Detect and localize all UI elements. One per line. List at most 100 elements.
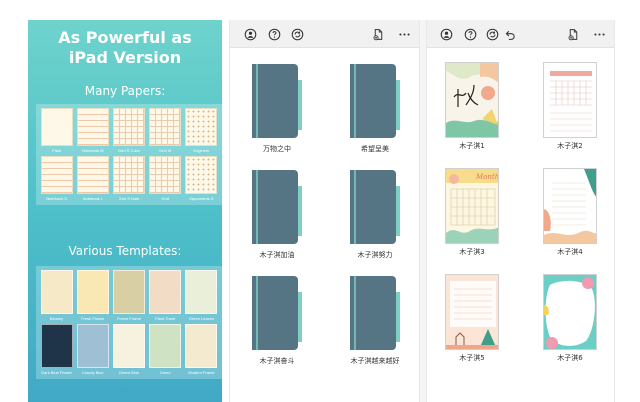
paper-sheet — [112, 156, 145, 194]
notes-panel: 木子淇1 木子淇2 Month 木子淇3 木子淇4 木子淇5 木子淇6 — [426, 20, 615, 402]
promo-panel: As Powerful as iPad Version Many Papers:… — [28, 20, 222, 402]
note-thumbnail[interactable] — [543, 168, 597, 244]
template-caption: Cloudy Blue — [82, 370, 104, 375]
new-note-icon[interactable] — [371, 27, 385, 41]
note-thumbnail[interactable] — [543, 274, 597, 350]
folder-item[interactable] — [250, 274, 306, 352]
paper-sheet — [40, 108, 73, 146]
note-label: 木子淇3 — [459, 248, 485, 256]
folder-label: 木子淇越来越好 — [350, 357, 400, 365]
paper-sheet — [76, 108, 109, 146]
note-thumbnail[interactable] — [445, 274, 499, 350]
template-caption: Modern Frame — [188, 370, 215, 375]
paper-sheet — [149, 108, 182, 146]
promo-title-line2: iPad Version — [68, 48, 182, 67]
more-icon[interactable] — [592, 27, 606, 41]
paper-caption: Grid M — [159, 148, 172, 153]
folder-item[interactable] — [348, 62, 404, 140]
paper-caption: Grid — [161, 196, 169, 201]
month-banner: Month — [475, 173, 499, 181]
template-thumbnail: Green — [149, 324, 182, 375]
paper-caption: Grid S Color — [117, 148, 140, 153]
papers-heading: Many Papers: — [84, 84, 166, 98]
help-icon[interactable] — [267, 27, 281, 41]
folder-label: 希望呈美 — [361, 145, 389, 153]
template-thumbnail: Bloomy — [40, 270, 73, 321]
template-caption: Green Leaves — [188, 316, 214, 321]
sync-icon[interactable] — [485, 27, 499, 41]
note-label: 木子淇6 — [557, 354, 583, 362]
folder-icon — [252, 170, 302, 244]
template-sheet — [112, 270, 145, 314]
note-cover-art — [544, 277, 595, 349]
template-sheet — [149, 324, 182, 368]
note-thumbnail[interactable]: Month — [445, 168, 499, 244]
note-thumbnail[interactable] — [445, 62, 499, 138]
template-caption: Green Blue — [118, 370, 140, 375]
folder-icon — [350, 64, 400, 138]
promo-title: As Powerful as iPad Version — [28, 28, 222, 68]
paper-thumbnail: Grid — [149, 156, 182, 201]
folder-icon — [350, 276, 400, 350]
paper-sheet — [185, 156, 218, 194]
templates-heading: Various Templates: — [68, 244, 182, 258]
paper-thumbnail: Squaredots S — [185, 156, 218, 201]
paper-thumbnail: Notebook M — [76, 108, 109, 153]
account-icon[interactable] — [243, 27, 257, 41]
paper-sheet — [112, 108, 145, 146]
templates-grid: Bloomy Fresh Flower Forest Frame Plant Trun… — [36, 266, 222, 379]
note-thumbnail[interactable] — [543, 62, 597, 138]
folder-item[interactable] — [348, 168, 404, 246]
template-caption: Green — [159, 370, 171, 375]
paper-thumbnail: Plain — [40, 108, 73, 153]
paper-sheet — [40, 156, 73, 194]
template-sheet — [40, 270, 73, 314]
folder-item[interactable] — [250, 168, 306, 246]
note-cover-art: Month — [446, 169, 499, 243]
paper-sheet — [149, 156, 182, 194]
back-icon[interactable] — [503, 27, 517, 41]
template-caption: Plant Trunk — [155, 316, 176, 321]
folders-panel: 万物之中 希望呈美 木子淇加油 木子淇努力 木子淇奋斗 木子淇越来越好 — [229, 20, 420, 402]
note-label: 木子淇5 — [459, 354, 485, 362]
promo-title-line1: As Powerful as — [58, 28, 192, 47]
paper-caption: Notebook M — [82, 148, 104, 153]
notes-toolbar — [427, 20, 614, 48]
folder-icon — [252, 64, 302, 138]
paper-sheet — [76, 156, 109, 194]
template-sheet — [40, 324, 73, 368]
folder-icon — [350, 170, 400, 244]
paper-caption: Notebook L — [82, 196, 104, 201]
paper-thumbnail: Notebook S — [40, 156, 73, 201]
template-sheet — [185, 270, 218, 314]
template-thumbnail: Modern Frame — [185, 324, 218, 375]
folder-item[interactable] — [348, 274, 404, 352]
note-cover-art — [544, 169, 596, 243]
template-caption: Forest Frame — [116, 316, 141, 321]
paper-caption: Plain — [52, 148, 62, 153]
help-icon[interactable] — [463, 27, 477, 41]
paper-thumbnail: Grid M — [149, 108, 182, 153]
paper-caption: Engineer — [193, 148, 210, 153]
note-cover-art — [446, 63, 498, 137]
papers-grid: Plain Notebook M Grid S Color Grid M Enginee… — [36, 104, 222, 205]
folder-label: 木子淇奋斗 — [259, 357, 295, 365]
note-cover-art — [446, 281, 498, 349]
new-note-icon[interactable] — [566, 27, 580, 41]
more-icon[interactable] — [397, 27, 411, 41]
folder-item[interactable] — [250, 62, 306, 140]
template-thumbnail: Green Blue — [112, 324, 145, 375]
template-thumbnail: Forest Frame — [112, 270, 145, 321]
template-thumbnail: Plant Trunk — [149, 270, 182, 321]
note-label: 木子淇4 — [557, 248, 583, 256]
note-label: 木子淇2 — [557, 142, 583, 150]
sync-icon[interactable] — [290, 27, 304, 41]
template-sheet — [185, 324, 218, 368]
folder-label: 木子淇加油 — [259, 251, 295, 259]
paper-caption: Notebook S — [46, 196, 68, 201]
account-icon[interactable] — [439, 27, 453, 41]
paper-thumbnail: Grid S Note — [112, 156, 145, 201]
template-sheet — [112, 324, 145, 368]
template-caption: Fresh Flower — [81, 316, 105, 321]
paper-thumbnail: Engineer — [185, 108, 218, 153]
